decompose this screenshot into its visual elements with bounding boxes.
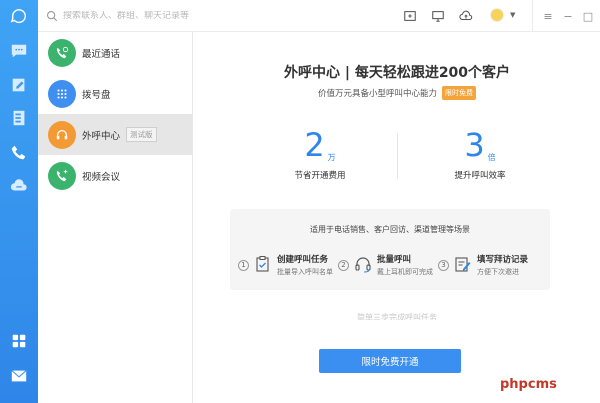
menu-icon: ≡ <box>543 9 553 23</box>
step-number: 3 <box>438 259 449 271</box>
chat-bubble-icon <box>11 44 27 58</box>
dialpad-icon <box>48 79 76 108</box>
nav-apps[interactable] <box>0 326 38 356</box>
nav-cloud[interactable] <box>0 171 38 201</box>
nav-tasks[interactable] <box>0 70 38 100</box>
stat-unit: 倍 <box>487 153 496 162</box>
window-controls-divider <box>532 0 533 32</box>
phone-icon <box>11 145 26 160</box>
list-item-label: 拨号盘 <box>82 89 111 101</box>
list-item-label: 视频会议 <box>82 171 121 183</box>
minimize-button[interactable]: − <box>560 8 576 24</box>
avatar <box>490 8 504 22</box>
search-icon <box>46 10 58 22</box>
mail-icon <box>11 370 27 382</box>
step-batch-call: 2 批量呼叫 戴上耳机即可完成 <box>338 249 433 281</box>
nav-mail[interactable] <box>0 361 38 391</box>
list-item-dialpad[interactable]: 拨号盘 <box>38 73 192 114</box>
settings-menu-button[interactable]: ≡ <box>540 8 556 24</box>
monitor-icon <box>432 11 444 22</box>
outbound-center-panel: 外呼中心 | 每天轻松跟进200个客户 价值万元具备小型呼叫中心能力 限时免费 … <box>194 33 600 403</box>
step-title: 填写拜访记录 <box>477 255 529 265</box>
stat-value: 2 <box>304 126 325 164</box>
left-nav-rail <box>0 0 38 403</box>
headset-icon <box>354 255 377 276</box>
cloud-upload-button[interactable] <box>458 8 474 24</box>
top-bar: ▼ ≡ − □ ✕ <box>38 0 600 32</box>
minimize-icon: − <box>563 9 573 23</box>
stat-unit: 万 <box>327 153 336 162</box>
nav-contacts-book[interactable] <box>0 103 38 133</box>
stat-value: 3 <box>464 126 485 164</box>
watermark: phpcms <box>500 377 557 392</box>
list-item-label: 最近通话 <box>82 48 121 60</box>
beta-badge: 测试版 <box>126 127 157 142</box>
step-title: 创建呼叫任务 <box>277 255 329 265</box>
step-desc: 方便下次邀进 <box>477 268 519 276</box>
stat-efficiency: 3倍 提升呼叫效率 <box>420 127 540 181</box>
nav-messages[interactable] <box>0 36 38 66</box>
video-call-icon <box>48 161 76 190</box>
subtitle-text: 价值万元具备小型呼叫中心能力 <box>317 89 437 99</box>
new-window-button[interactable] <box>402 8 418 24</box>
step-desc: 戴上耳机即可完成 <box>377 268 433 276</box>
list-item-video-meeting[interactable]: 视频会议 <box>38 155 192 196</box>
list-item-label: 外呼中心 <box>82 130 121 142</box>
search-input[interactable] <box>63 11 233 21</box>
stat-savings: 2万 节省开通费用 <box>260 127 380 181</box>
phone-recent-icon <box>48 38 76 67</box>
step-title: 批量呼叫 <box>377 255 412 265</box>
list-item-recent-calls[interactable]: 最近通话 <box>38 32 192 73</box>
stat-divider <box>397 133 398 179</box>
chevron-down-icon: ▼ <box>510 11 516 19</box>
maximize-button[interactable]: □ <box>580 8 596 24</box>
step-create-task: 1 创建呼叫任务 批量导入呼叫名单 <box>238 249 333 281</box>
maximize-icon: □ <box>582 9 594 23</box>
edit-note-icon <box>454 255 477 276</box>
stat-label: 节省开通费用 <box>294 171 346 181</box>
step-number: 1 <box>238 259 249 271</box>
free-activate-button[interactable]: 限时免费开通 <box>319 349 461 373</box>
panel-title: 适用于电话销售、客户回访、渠道管理等场景 <box>310 225 470 234</box>
app-logo-icon <box>10 9 26 24</box>
promo-badge: 限时免费 <box>442 86 476 100</box>
screen-share-button[interactable] <box>430 8 446 24</box>
steps-panel: 适用于电话销售、客户回访、渠道管理等场景 1 创建呼叫任务 批量导入呼叫名单 2… <box>230 209 550 290</box>
user-menu[interactable]: ▼ <box>490 8 515 22</box>
clipboard-icon <box>254 255 277 276</box>
step-number: 2 <box>338 259 349 271</box>
step-visit-record: 3 填写拜访记录 方便下次邀进 <box>438 249 528 281</box>
list-item-outbound-center[interactable]: 外呼中心 测试版 <box>38 114 192 155</box>
steps-caption: 简单三步完成呼叫任务 <box>357 313 437 320</box>
grid-apps-icon <box>12 334 26 348</box>
subtitle: 价值万元具备小型呼叫中心能力 限时免费 <box>194 86 600 100</box>
cloud-upload-icon <box>459 10 473 21</box>
address-book-icon <box>13 110 25 126</box>
task-edit-icon <box>12 78 25 92</box>
add-window-icon <box>404 11 416 21</box>
headset-icon <box>48 120 76 149</box>
feature-list: 最近通话 拨号盘 外呼中心 测试版 视频会议 <box>38 32 193 403</box>
cloud-icon <box>10 179 27 191</box>
search-box[interactable] <box>46 7 246 25</box>
nav-phone[interactable] <box>0 138 38 168</box>
stat-label: 提升呼叫效率 <box>454 171 506 181</box>
step-desc: 批量导入呼叫名单 <box>277 268 333 276</box>
app-logo <box>0 0 38 32</box>
page-title: 外呼中心 | 每天轻松跟进200个客户 <box>283 65 511 81</box>
